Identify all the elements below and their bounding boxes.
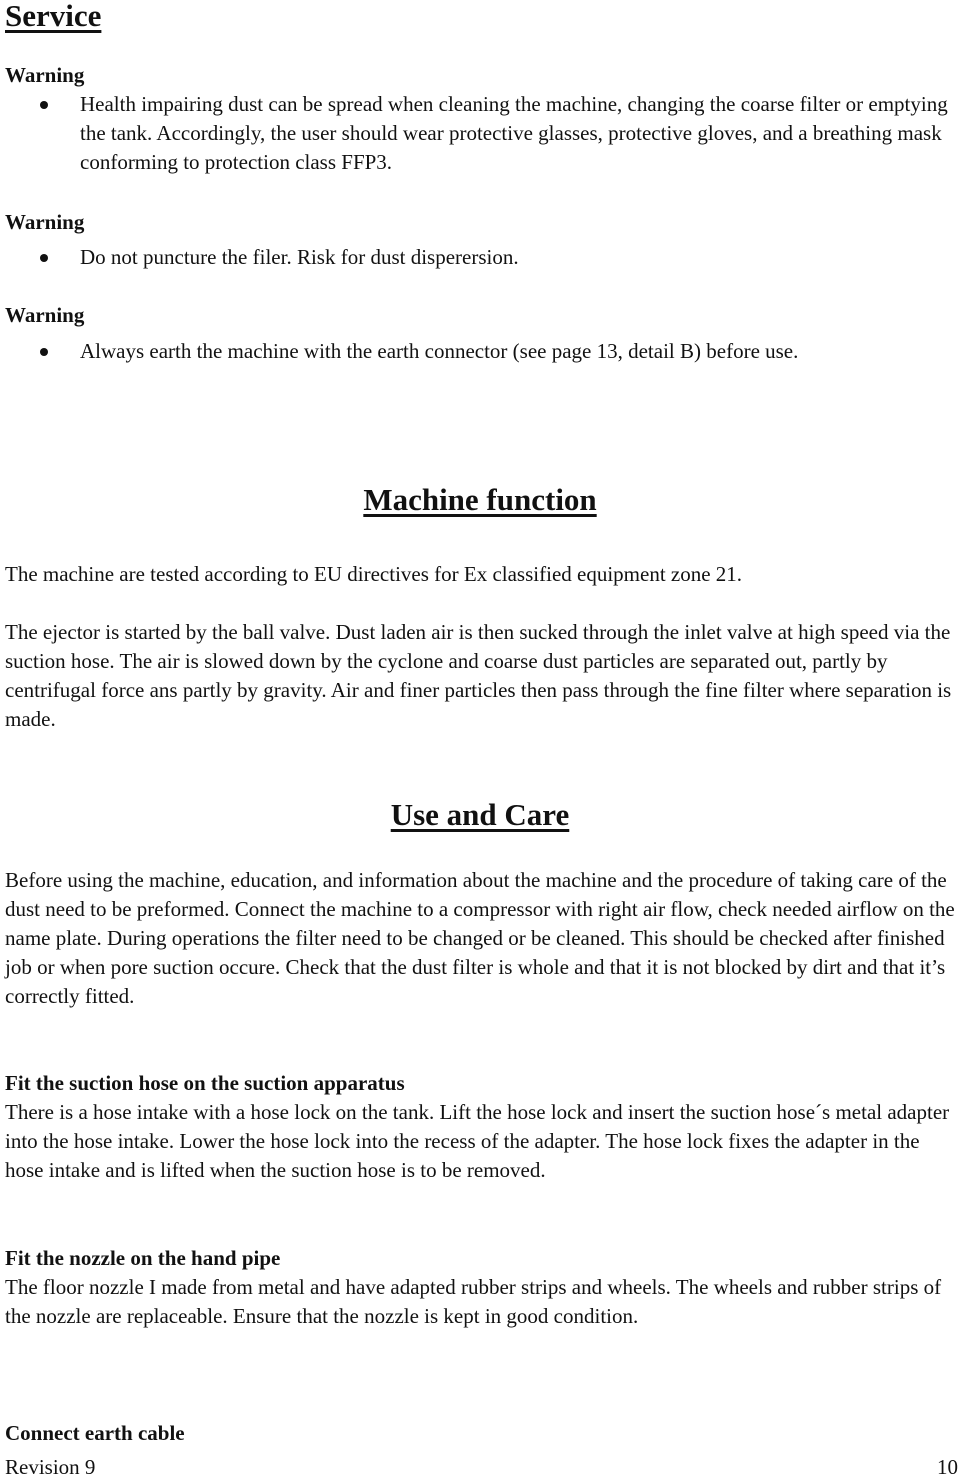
service-title: Service xyxy=(5,0,102,33)
warning-item: Health impairing dust can be spread when… xyxy=(0,90,960,180)
section-heading: Fit the suction hose on the suction appa… xyxy=(5,1071,405,1095)
paragraph: The machine are tested according to EU d… xyxy=(5,562,743,586)
revision-label: Revision 9 xyxy=(5,1455,96,1479)
machine-function-title: Machine function xyxy=(363,482,597,517)
section-heading: Connect earth cable xyxy=(5,1421,185,1445)
bullet-icon xyxy=(40,254,48,262)
section-heading: Fit the nozzle on the hand pipe xyxy=(5,1246,281,1270)
warning-label: Warning xyxy=(5,303,85,327)
bullet-icon xyxy=(40,101,48,109)
warning-text: Health impairing dust can be spread when… xyxy=(80,92,948,174)
warning-item: Do not puncture the filer. Risk for dust… xyxy=(0,243,960,273)
page-number: 10 xyxy=(937,1455,958,1479)
warning-label: Warning xyxy=(5,63,85,87)
paragraph: The ejector is started by the ball valve… xyxy=(5,620,952,731)
warning-text: Do not puncture the filer. Risk for dust… xyxy=(80,245,519,269)
warning-item: Always earth the machine with the earth … xyxy=(0,337,960,367)
paragraph: There is a hose intake with a hose lock … xyxy=(5,1100,950,1182)
warning-label: Warning xyxy=(5,210,85,234)
bullet-icon xyxy=(40,348,48,356)
use-and-care-title: Use and Care xyxy=(390,797,570,832)
paragraph: Before using the machine, education, and… xyxy=(5,868,955,1008)
paragraph: The floor nozzle I made from metal and h… xyxy=(5,1275,942,1328)
warning-text: Always earth the machine with the earth … xyxy=(80,339,799,363)
